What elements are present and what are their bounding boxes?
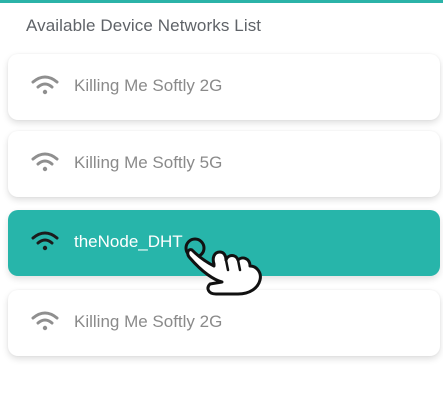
network-ssid: Killing Me Softly 2G — [74, 76, 223, 95]
network-ssid: theNode_DHT — [74, 232, 183, 251]
wifi-icon — [31, 231, 59, 251]
network-ssid: Killing Me Softly 5G — [74, 153, 223, 172]
hand-pointer-icon — [184, 237, 262, 296]
wifi-icon — [31, 152, 59, 172]
wifi-icon — [31, 75, 59, 95]
wifi-icon — [31, 311, 59, 331]
page: Available Device Networks List Killing M… — [0, 0, 443, 401]
network-item[interactable]: Killing Me Softly 5G — [8, 131, 440, 197]
network-item[interactable]: Killing Me Softly 2G — [8, 54, 440, 120]
network-ssid: Killing Me Softly 2G — [74, 312, 223, 331]
network-list: Killing Me Softly 2G Killing Me Softly 5… — [0, 0, 443, 401]
network-item[interactable]: Killing Me Softly 2G — [8, 290, 440, 356]
